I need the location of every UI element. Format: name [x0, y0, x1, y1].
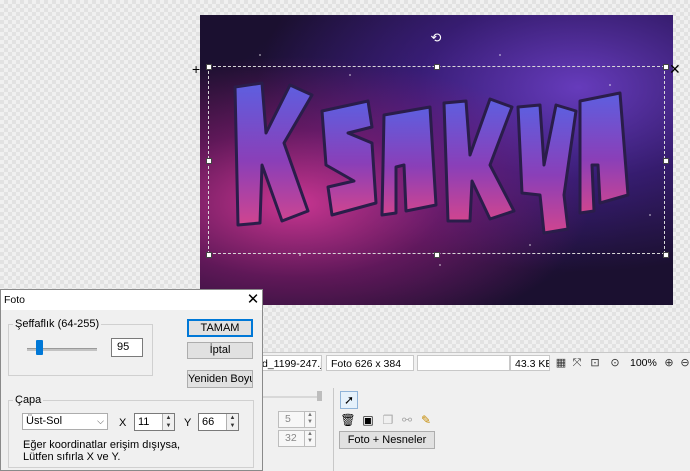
status-filename: d_1199-247.jp	[258, 355, 322, 371]
link-icon[interactable]: ⚯	[399, 412, 415, 428]
x-label: X	[119, 417, 127, 429]
spin-arrows-icon[interactable]: ▲ ▼	[162, 414, 174, 430]
y-value: 66	[202, 416, 215, 428]
resize-handle-tl[interactable]	[206, 64, 212, 70]
lower-spin-2-value: 32	[285, 432, 297, 444]
lower-spin-2[interactable]: 32 ▲ ▼	[278, 430, 316, 447]
anchor-select-value: Üst-Sol	[26, 415, 63, 427]
transparency-icon[interactable]: ▦	[554, 356, 568, 370]
photo-dialog: Foto ✕ Şeffaflık (64-255) 95 TAMAM İptal…	[0, 289, 263, 471]
lower-slider-thumb[interactable]	[317, 391, 322, 401]
lower-panel	[262, 372, 690, 471]
status-bar: d_1199-247.jp Foto 626 x 384 43.3 KB ▦ ⤧…	[258, 352, 690, 373]
dialog-title: Foto	[4, 294, 26, 306]
actual-size-icon[interactable]: ⊡	[588, 356, 602, 370]
dialog-titlebar: Foto ✕	[1, 290, 262, 310]
close-icon[interactable]: ✕	[245, 290, 261, 310]
x-value: 11	[138, 416, 150, 428]
resize-handle-mr[interactable]	[663, 158, 669, 164]
hint-line-1: Eğer koordinatlar erişim dışıysa,	[23, 439, 181, 451]
trash-icon[interactable]: 🗑	[340, 412, 356, 428]
zoom-level: 100%	[630, 357, 657, 369]
lower-slider-track	[262, 396, 322, 398]
spin-arrows-icon[interactable]: ▲ ▼	[304, 412, 315, 427]
resize-handle-ml[interactable]	[206, 158, 212, 164]
x-stepper[interactable]: 11 ▲ ▼	[134, 413, 175, 431]
anchor-select[interactable]: Üst-Sol ⌵	[22, 413, 108, 430]
status-file-size: 43.3 KB	[510, 355, 550, 371]
resize-button[interactable]: Yeniden Boyutl	[187, 370, 253, 388]
cancel-button[interactable]: İptal	[187, 342, 253, 359]
delete-object-icon[interactable]: ✕	[669, 62, 681, 76]
resize-handle-bm[interactable]	[434, 252, 440, 258]
spin-arrows-icon[interactable]: ▲ ▼	[304, 431, 315, 446]
resize-handle-tm[interactable]	[434, 64, 440, 70]
opacity-slider-thumb[interactable]	[36, 340, 43, 355]
edit-object-icon[interactable]: ✎	[418, 412, 434, 428]
chevron-down-icon: ⌵	[97, 416, 104, 426]
lower-spin-1[interactable]: 5 ▲ ▼	[278, 411, 316, 428]
ok-button[interactable]: TAMAM	[187, 319, 253, 337]
select-arrow-icon[interactable]: ➚	[340, 391, 358, 409]
status-empty	[417, 355, 510, 371]
y-stepper[interactable]: 66 ▲ ▼	[198, 413, 239, 431]
lower-spin-1-value: 5	[285, 413, 291, 425]
move-handle-icon[interactable]: +	[192, 62, 200, 76]
duplicate-icon[interactable]: ❐	[380, 412, 396, 428]
anchor-label: Çapa	[13, 394, 44, 406]
selection-box[interactable]	[208, 66, 665, 254]
resize-handle-br[interactable]	[663, 252, 669, 258]
status-photo-info: Foto 626 x 384	[326, 355, 414, 371]
spin-arrows-icon[interactable]: ▲ ▼	[226, 414, 238, 430]
bring-front-icon[interactable]: ▣	[360, 412, 376, 428]
panel-divider	[333, 388, 334, 471]
photo-objects-button[interactable]: Foto + Nesneler	[339, 431, 435, 449]
resize-handle-bl[interactable]	[206, 252, 212, 258]
opacity-input[interactable]: 95	[111, 338, 143, 357]
hint-line-2: Lütfen sıfırla X ve Y.	[23, 451, 121, 463]
zoom-out-icon[interactable]: ⊖	[678, 356, 690, 370]
zoom-fit-icon[interactable]: ⊙	[608, 356, 622, 370]
rotate-handle-icon[interactable]: ⟲	[428, 30, 444, 46]
zoom-in-icon[interactable]: ⊕	[662, 356, 676, 370]
fit-window-icon[interactable]: ⤧	[570, 356, 584, 370]
y-label: Y	[184, 417, 192, 429]
opacity-label: Şeffaflık (64-255)	[13, 318, 102, 330]
